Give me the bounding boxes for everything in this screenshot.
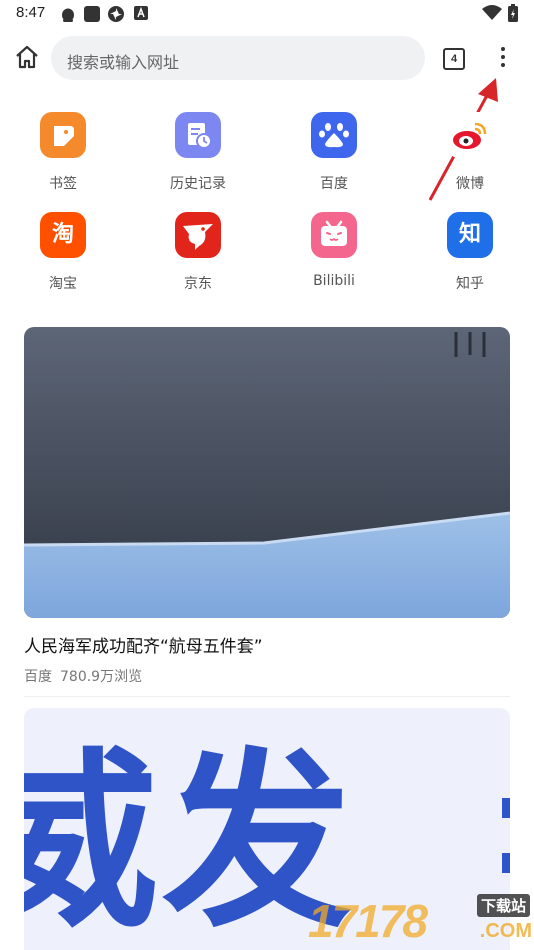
shortcut-label: 京东 (184, 276, 212, 292)
shortcut-label: 历史记录 (170, 176, 226, 192)
shortcut-label: 知乎 (456, 276, 484, 292)
wifi-icon (482, 5, 502, 20)
taobao-glyph: 淘 (51, 222, 74, 247)
news-title[interactable]: 人民海军成功配齐“航母五件套” (24, 632, 263, 657)
zhihu-icon: 知 (447, 212, 493, 258)
zhihu-glyph: 知 (458, 222, 481, 247)
watermark-badge: 下载站 (476, 894, 530, 917)
news-views: 780.9万浏览 (60, 669, 143, 685)
news-image[interactable] (24, 327, 510, 618)
status-time: 8:47 (16, 4, 46, 21)
shortcut-history[interactable]: 历史记录 (148, 112, 248, 202)
shortcut-weibo[interactable]: 微博 (420, 112, 520, 202)
shortcut-bookmarks[interactable]: 书签 (13, 112, 113, 202)
search-placeholder: 搜索或输入网址 (67, 53, 180, 72)
shortcut-label: Bilibili (313, 273, 355, 289)
search-input[interactable]: 搜索或输入网址 (51, 36, 425, 80)
history-icon (175, 112, 221, 158)
jd-icon (175, 212, 221, 258)
site-watermark: 17178 下载站 .COM (308, 888, 534, 950)
shortcut-label: 百度 (320, 176, 348, 192)
pinwheel-icon (108, 6, 124, 22)
watermark-domain: .COM (479, 920, 532, 942)
bookmark-icon (40, 112, 86, 158)
feed-divider (24, 696, 510, 697)
text-a-icon (134, 6, 148, 20)
app-square-icon (84, 6, 100, 22)
shortcut-baidu[interactable]: 百度 (284, 112, 384, 202)
image-fragment (502, 798, 510, 818)
baidu-paw-icon (311, 112, 357, 158)
status-bar: 8:47 (0, 0, 534, 28)
shortcut-taobao[interactable]: 淘 淘宝 (13, 212, 113, 302)
news-source: 百度 (24, 669, 52, 685)
shortcut-label: 微博 (456, 176, 484, 192)
shortcut-label: 书签 (49, 176, 77, 192)
home-icon[interactable] (12, 42, 42, 72)
qq-penguin-icon (62, 8, 74, 22)
tab-count-button[interactable]: 4 (443, 48, 465, 70)
top-toolbar: 搜索或输入网址 4 (0, 34, 534, 82)
watermark-digits: 17178 (308, 895, 428, 947)
more-vertical-icon[interactable] (494, 44, 512, 74)
shortcut-zhihu[interactable]: 知 知乎 (420, 212, 520, 302)
shortcut-bilibili[interactable]: Bilibili (284, 212, 384, 302)
bilibili-tv-icon (311, 212, 357, 258)
weibo-icon (447, 112, 493, 158)
battery-charging-icon (508, 4, 518, 22)
news-image-text: 威发 (24, 732, 357, 950)
image-fragment (502, 853, 510, 873)
news-meta: 百度 780.9万浏览 (24, 666, 150, 686)
shortcut-jd[interactable]: 京东 (148, 212, 248, 302)
taobao-icon: 淘 (40, 212, 86, 258)
shortcut-label: 淘宝 (49, 276, 77, 292)
